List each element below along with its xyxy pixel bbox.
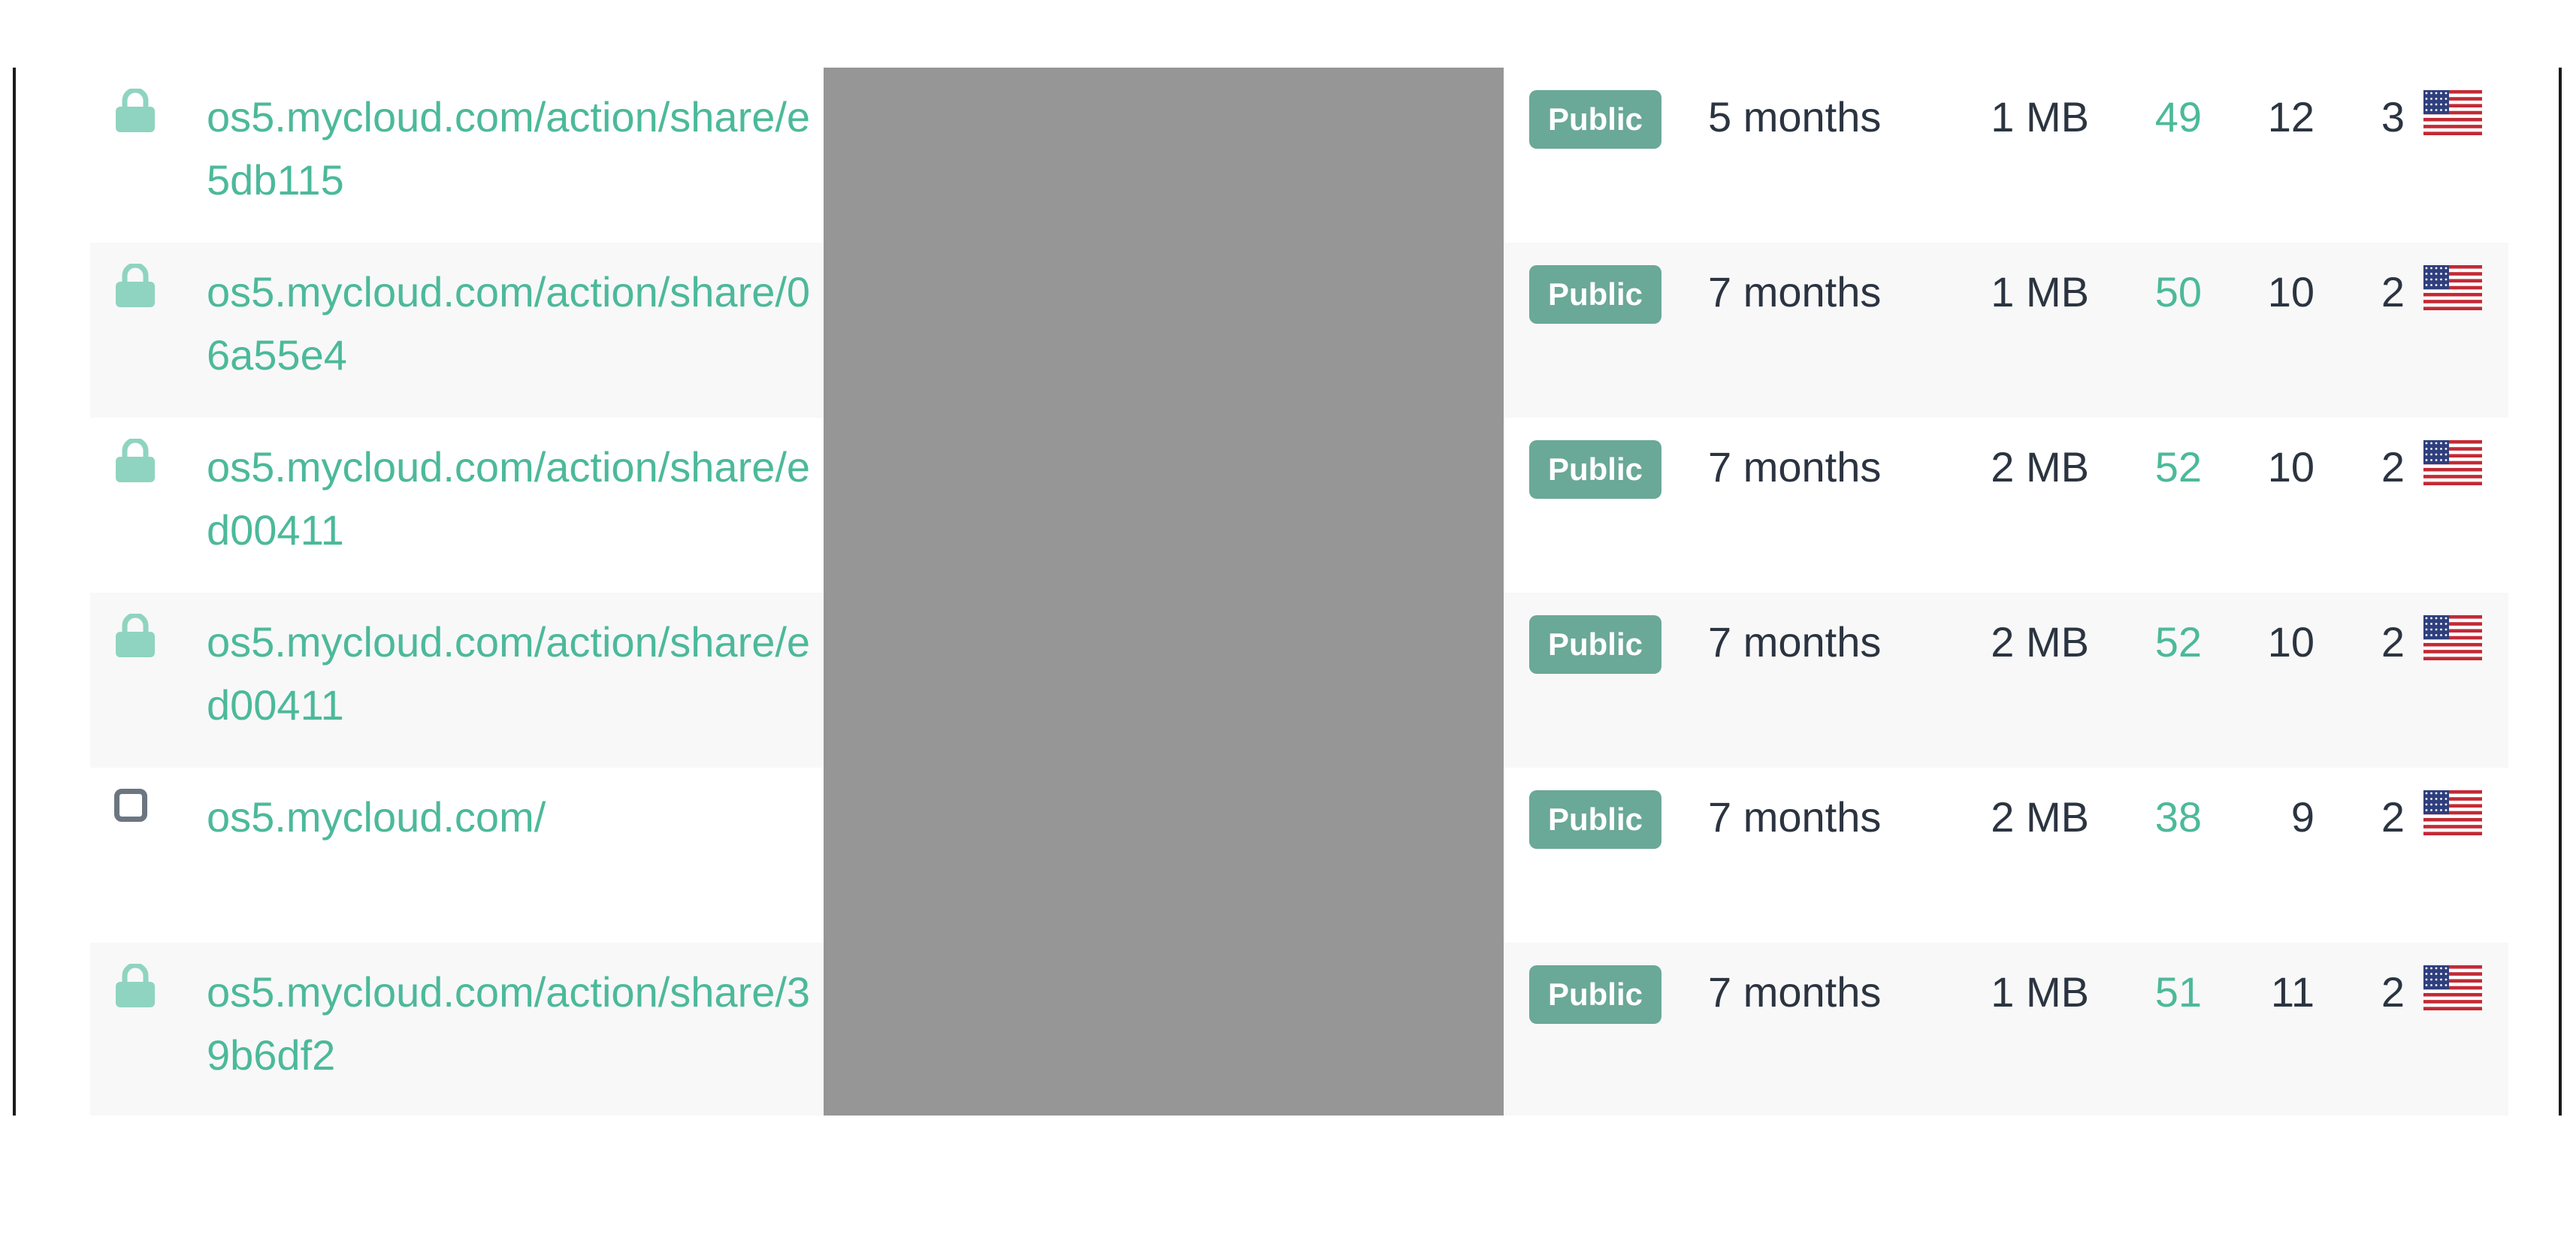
views-cell[interactable]: 52 [2119,611,2202,674]
downloads-cell: 11 [2270,968,2314,1016]
size-cell: 2 MB [1991,618,2089,666]
age-cell: 7 months [1708,443,1882,491]
shares-cell: 2 [2381,443,2405,491]
downloads-cell: 10 [2267,618,2314,666]
size-cell: 1 MB [1991,968,2089,1016]
age-cell: 7 months [1708,968,1882,1016]
shares-cell: 2 [2381,793,2405,841]
share-link-line1: os5.mycloud.com/action/share/e [207,618,811,666]
frame-right-border [2559,68,2562,1116]
size-cell: 2 MB [1991,793,2089,841]
views-cell[interactable]: 38 [2119,786,2202,849]
lock-icon [114,614,156,657]
visibility-badge: Public [1529,615,1661,674]
age-cell: 7 months [1708,793,1882,841]
views-cell[interactable]: 49 [2119,86,2202,149]
size-cell: 1 MB [1991,268,2089,316]
lock-icon [114,89,156,132]
us-flag-icon [2423,790,2482,836]
visibility-badge: Public [1529,265,1661,324]
lock-icon [114,964,156,1007]
us-flag-icon [2423,965,2482,1011]
us-flag-icon [2423,90,2482,136]
downloads-cell: 10 [2267,443,2314,491]
shares-cell: 2 [2381,968,2405,1016]
visibility-badge: Public [1529,790,1661,849]
shares-cell: 2 [2381,618,2405,666]
frame-left-border [13,68,16,1116]
downloads-cell: 12 [2267,93,2314,140]
lock-icon [114,439,156,482]
views-cell[interactable]: 50 [2119,261,2202,324]
downloads-cell: 10 [2267,268,2314,316]
visibility-badge: Public [1529,440,1661,499]
views-cell[interactable]: 51 [2119,961,2202,1024]
checkbox-icon[interactable] [114,789,147,822]
visibility-badge: Public [1529,90,1661,149]
share-link-line1: os5.mycloud.com/action/share/3 [207,968,811,1016]
lock-icon [114,264,156,307]
us-flag-icon [2423,440,2482,486]
downloads-cell: 9 [2290,793,2314,841]
age-cell: 7 months [1708,618,1882,666]
redaction-block [824,68,1504,1116]
us-flag-icon [2423,615,2482,661]
shares-cell: 2 [2381,268,2405,316]
share-link-line1: os5.mycloud.com/ [207,793,546,841]
share-link-line1: os5.mycloud.com/action/share/0 [207,268,811,316]
age-cell: 7 months [1708,268,1882,316]
visibility-badge: Public [1529,965,1661,1024]
size-cell: 1 MB [1991,93,2089,140]
share-link-line1: os5.mycloud.com/action/share/e [207,443,811,491]
us-flag-icon [2423,265,2482,311]
size-cell: 2 MB [1991,443,2089,491]
age-cell: 5 months [1708,93,1882,140]
shares-cell: 3 [2381,93,2405,140]
share-link-line1: os5.mycloud.com/action/share/e [207,93,811,140]
views-cell[interactable]: 52 [2119,436,2202,499]
